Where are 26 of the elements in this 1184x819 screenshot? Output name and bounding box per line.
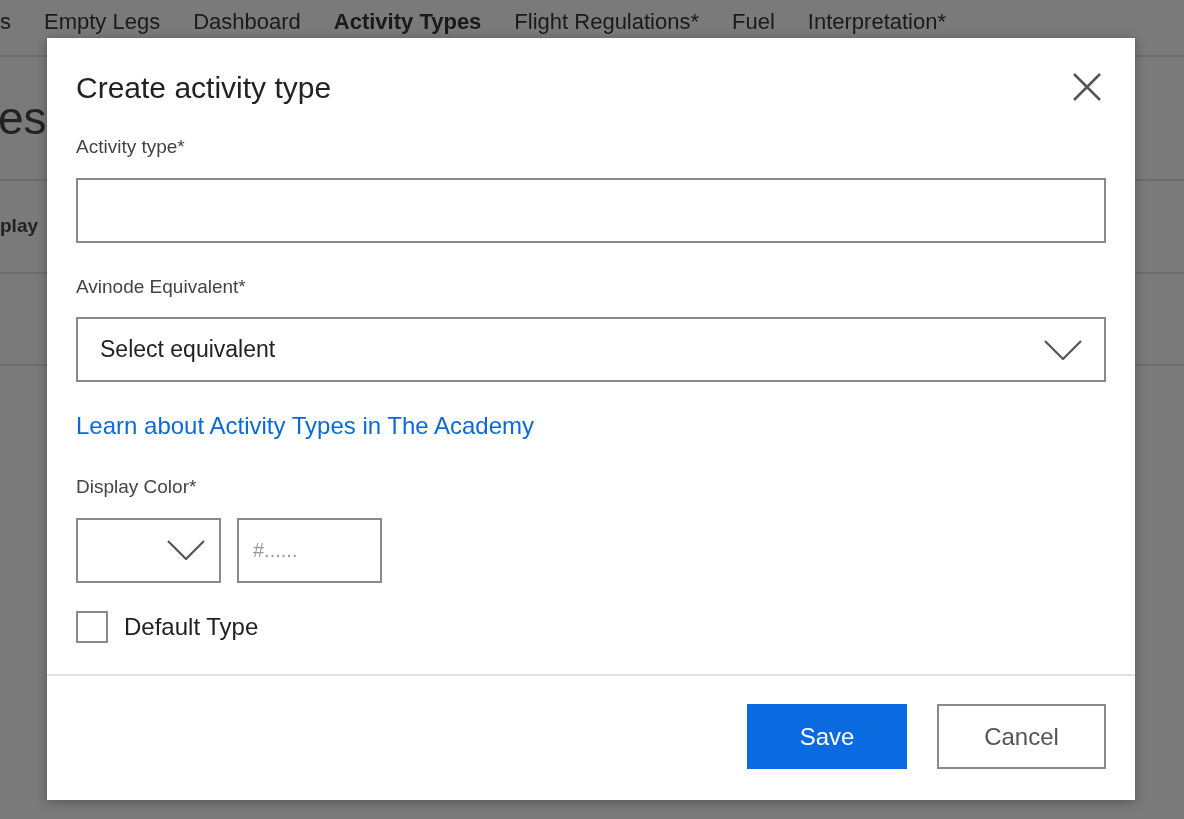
page-heading: es	[0, 92, 47, 144]
dialog-title: Create activity type	[76, 70, 332, 106]
checkbox-label: Default Type	[124, 611, 259, 642]
nav-tab[interactable]: Empty Legs	[44, 5, 161, 38]
close-button[interactable]	[1072, 72, 1102, 102]
nav-tab[interactable]: s	[0, 5, 11, 38]
default-type-checkbox[interactable]	[76, 610, 108, 643]
nav-tab[interactable]: Fuel	[732, 5, 775, 38]
close-icon	[1072, 72, 1102, 102]
field-label: Activity type*	[76, 135, 186, 159]
nav-tab[interactable]: Dashboard	[193, 5, 301, 38]
chevron-down-icon	[167, 540, 205, 560]
nav-tab[interactable]: Flight Regulations*	[514, 5, 700, 38]
color-dropdown[interactable]	[76, 517, 221, 583]
nav-tab[interactable]: Activity Types	[333, 5, 482, 38]
field-label: Avinode Equivalent*	[76, 274, 247, 299]
academy-link[interactable]: Learn about Activity Types in The Academy	[76, 412, 535, 439]
cancel-button[interactable]: Cancel	[937, 704, 1106, 769]
field-label: Display Color*	[76, 475, 198, 499]
chevron-down-icon	[1044, 339, 1082, 360]
hex-color-field[interactable]: #......	[237, 517, 382, 583]
activity-type-field[interactable]	[76, 177, 1106, 243]
nav-tab[interactable]: Interpretation*	[807, 5, 947, 38]
save-button[interactable]: Save	[747, 704, 907, 769]
equivalent-dropdown[interactable]: Select equivalent	[76, 317, 1106, 382]
column-header: play	[0, 214, 39, 239]
